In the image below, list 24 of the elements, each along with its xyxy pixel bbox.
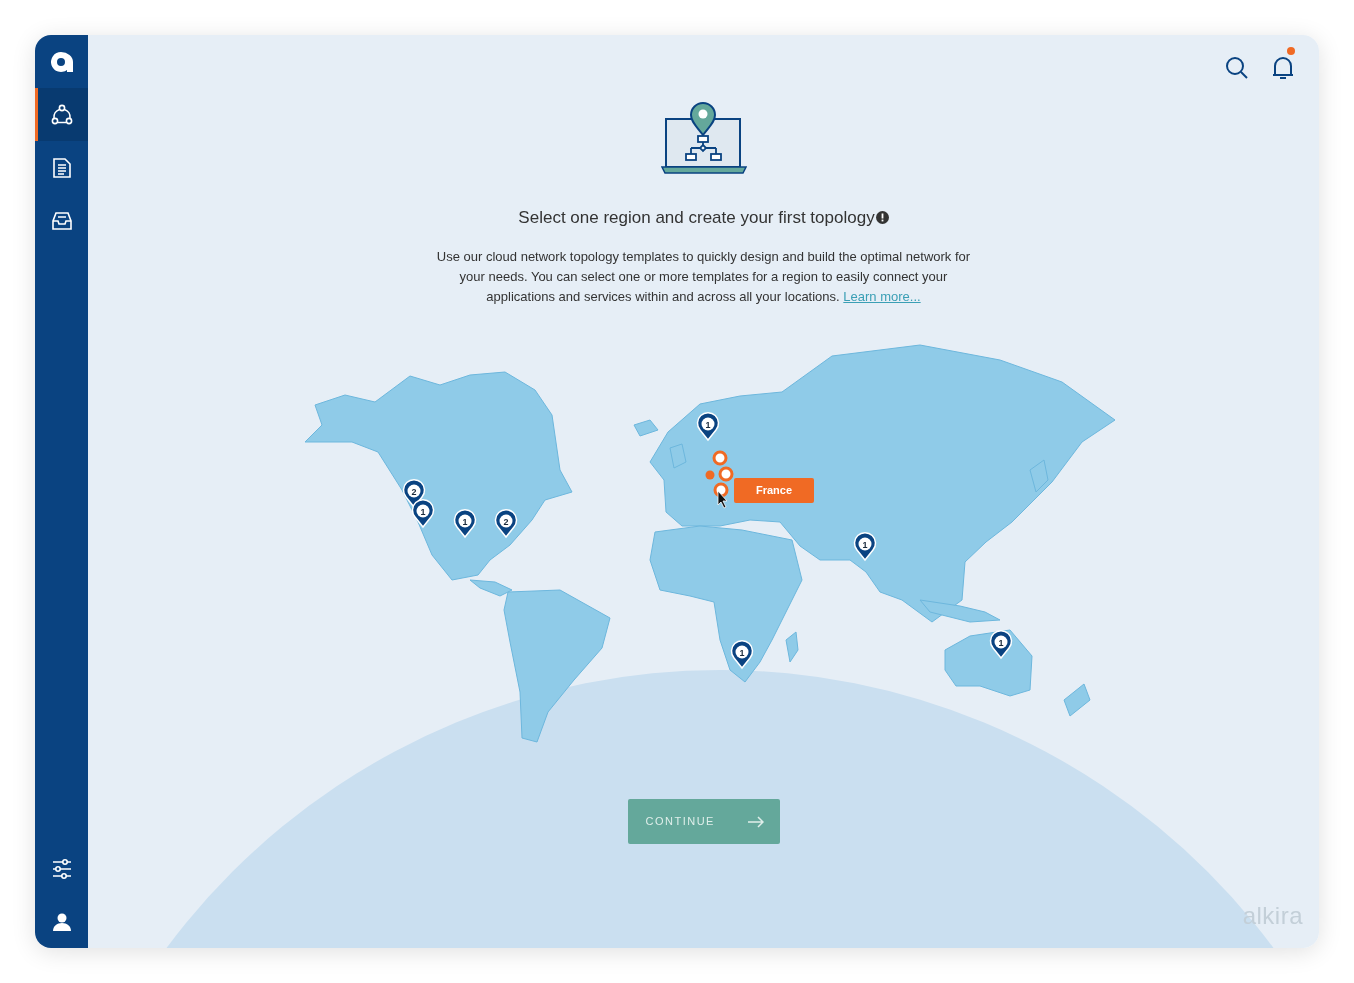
landmass[interactable] <box>944 629 1033 697</box>
laptop-topology-icon <box>660 99 747 175</box>
region-tooltip: France <box>734 478 814 503</box>
location-pin[interactable]: 2 <box>494 508 518 538</box>
sliders-icon <box>50 857 73 880</box>
info-icon[interactable] <box>875 211 889 225</box>
topology-icon <box>50 103 73 126</box>
location-pin[interactable]: 1 <box>989 629 1013 659</box>
location-pin[interactable]: 1 <box>853 531 877 561</box>
location-pin[interactable]: 1 <box>411 498 435 528</box>
arrow-right-icon <box>747 815 764 828</box>
intro-title: Select one region and create your first topology <box>518 207 875 229</box>
user-icon <box>51 911 72 932</box>
region-dot[interactable] <box>705 470 715 480</box>
document-icon <box>50 156 73 179</box>
cursor-icon <box>717 490 728 509</box>
inbox-icon <box>50 209 73 232</box>
region-marker[interactable] <box>718 466 734 482</box>
location-pin[interactable]: 1 <box>453 508 477 538</box>
location-pin[interactable]: 1 <box>696 411 720 441</box>
sidebar-item[interactable] <box>35 88 88 141</box>
intro-paragraph: Use our cloud network topology templates to quickly design and build the optimal network for your needs. You can select one or more templates for a region to easily connect your applications and services within and across all your locations. Learn more... <box>435 247 972 306</box>
region-marker[interactable] <box>712 450 728 466</box>
location-pin[interactable]: 1 <box>730 639 754 669</box>
